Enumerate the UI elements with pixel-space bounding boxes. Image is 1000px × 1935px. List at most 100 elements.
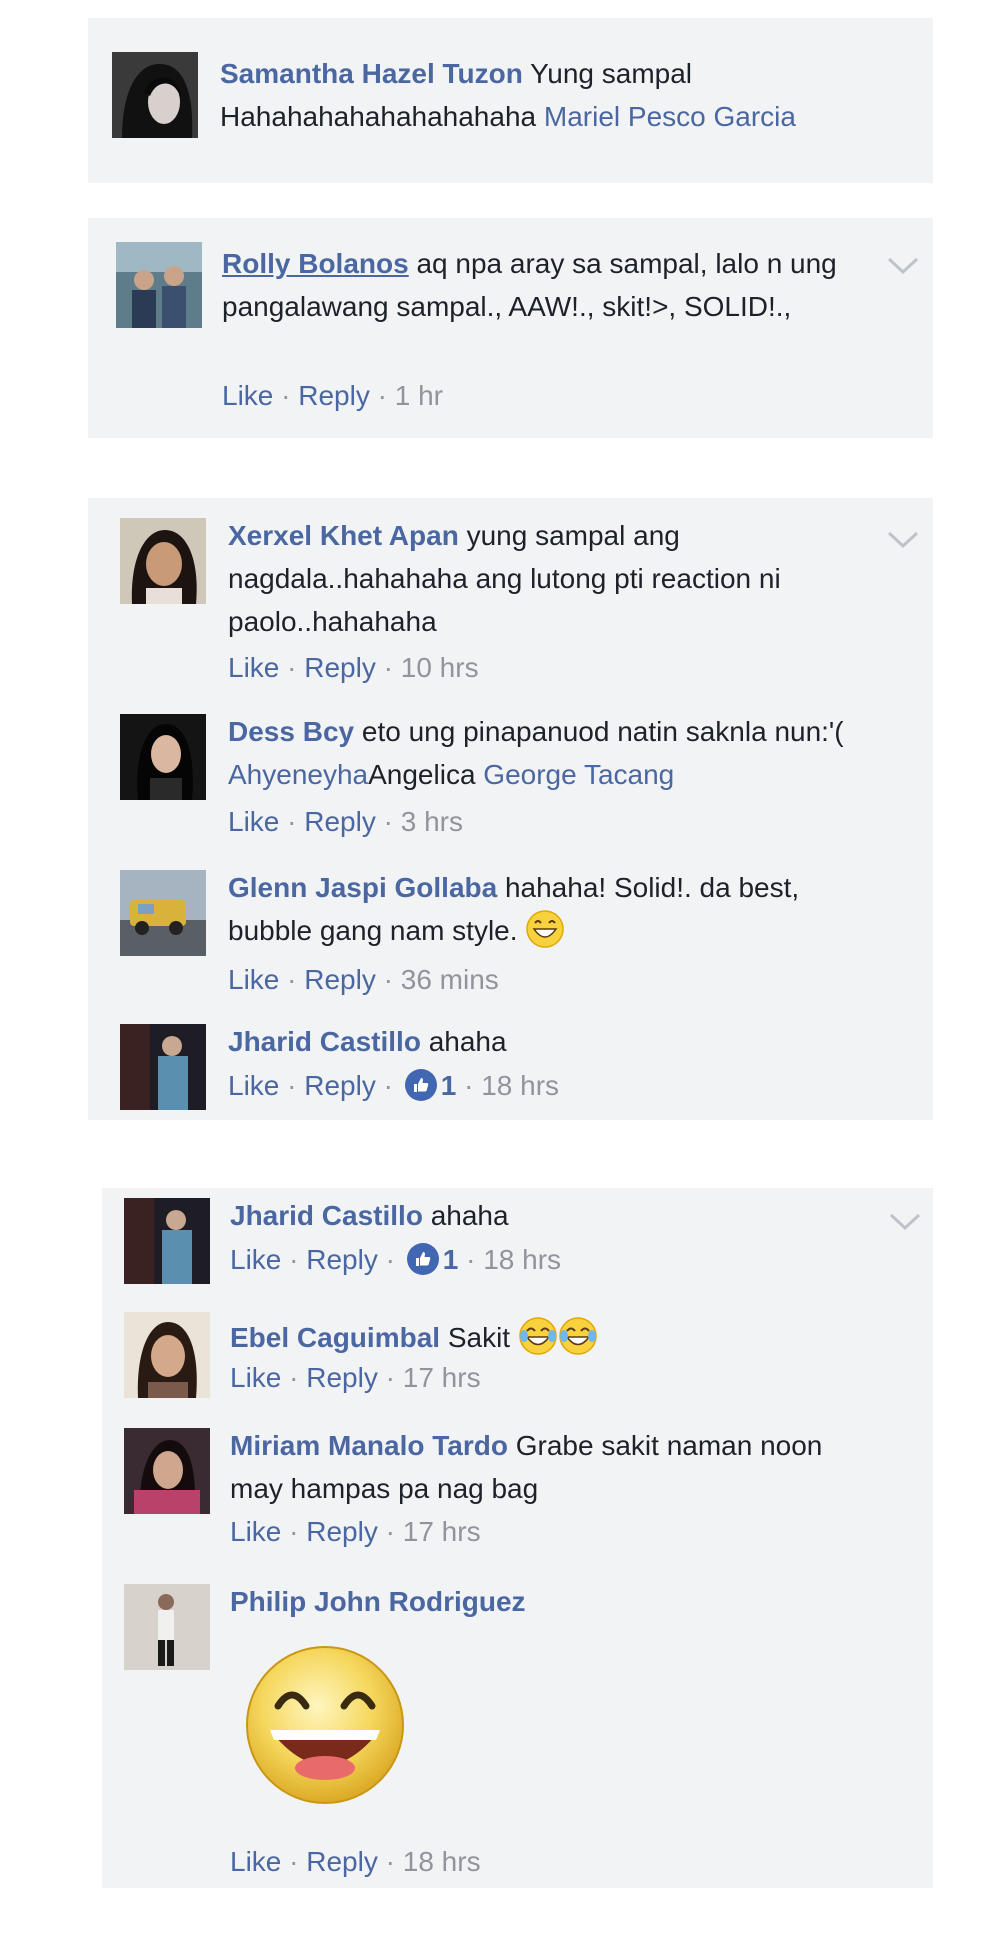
reply-link[interactable]: Reply	[298, 380, 370, 411]
like-link[interactable]: Like	[228, 964, 279, 995]
separator: ·	[464, 1070, 474, 1101]
avatar[interactable]	[112, 52, 198, 138]
comment-author[interactable]: Miriam Manalo Tardo	[230, 1430, 508, 1461]
tears-of-joy-icon	[519, 1317, 557, 1355]
comment-actions: Like · Reply · 36 mins	[228, 960, 499, 1000]
avatar[interactable]	[120, 518, 206, 604]
timestamp[interactable]: 18 hrs	[403, 1846, 481, 1877]
comment-body: Xerxel Khet Apan yung sampal ang nagdala…	[228, 514, 873, 643]
comment-author[interactable]: Jharid Castillo	[228, 1026, 421, 1057]
comment-author[interactable]: Glenn Jaspi Gollaba	[228, 872, 497, 903]
reply-link[interactable]: Reply	[304, 652, 376, 683]
avatar[interactable]	[116, 242, 202, 328]
like-link[interactable]: Like	[222, 380, 273, 411]
separator: ·	[287, 964, 297, 995]
timestamp[interactable]: 3 hrs	[401, 806, 463, 837]
comment-author[interactable]: Xerxel Khet Apan	[228, 520, 459, 551]
reply-link[interactable]: Reply	[304, 964, 376, 995]
like-count-icon[interactable]	[404, 1069, 437, 1101]
comment-body: Jharid Castillo ahaha	[228, 1020, 873, 1063]
comment-body: Philip John Rodriguez	[230, 1580, 873, 1623]
separator: ·	[289, 1362, 299, 1393]
reply-link[interactable]: Reply	[304, 1070, 376, 1101]
comment-actions: Like · Reply · 3 hrs	[228, 802, 463, 842]
reply-link[interactable]: Reply	[306, 1846, 378, 1877]
like-count-icon[interactable]	[406, 1243, 439, 1275]
separator: ·	[287, 1070, 297, 1101]
comment-author[interactable]: Dess Bcy	[228, 716, 354, 747]
mention-link[interactable]: Ahyeneyha	[228, 759, 368, 790]
separator: ·	[287, 806, 297, 837]
avatar[interactable]	[120, 1024, 206, 1110]
comment-actions: Like · Reply · 17 hrs	[230, 1358, 481, 1398]
separator: ·	[466, 1244, 476, 1275]
comment-actions: Like · Reply · 1 hr	[222, 376, 443, 416]
comment-body: Dess Bcy eto ung pinapanuod natin saknla…	[228, 710, 873, 796]
separator: ·	[385, 1362, 395, 1393]
comment-text: Angelica	[368, 759, 476, 790]
separator: ·	[385, 1846, 395, 1877]
comment-actions: Like · Reply · 17 hrs	[230, 1512, 481, 1552]
comment-author[interactable]: Samantha Hazel Tuzon	[220, 58, 523, 89]
like-link[interactable]: Like	[228, 1070, 279, 1101]
comment-body: Samantha Hazel Tuzon Yung sampal Hahahah…	[220, 52, 893, 138]
like-count[interactable]: 1	[441, 1070, 457, 1101]
comment-actions: Like · Reply · 18 hrs	[230, 1842, 481, 1882]
like-link[interactable]: Like	[228, 652, 279, 683]
timestamp[interactable]: 10 hrs	[401, 652, 479, 683]
like-link[interactable]: Like	[230, 1362, 281, 1393]
comment-author[interactable]: Rolly Bolanos	[222, 248, 409, 279]
separator: ·	[385, 1516, 395, 1547]
comment-body: Rolly Bolanos aq npa aray sa sampal, lal…	[222, 242, 873, 328]
like-count[interactable]: 1	[443, 1244, 459, 1275]
comment-card: Jharid Castillo ahaha Like · Reply · 1 ·…	[102, 1188, 933, 1888]
avatar[interactable]	[124, 1312, 210, 1398]
avatar[interactable]	[120, 714, 206, 800]
comment-text: Sakit	[447, 1322, 511, 1353]
tears-of-joy-icon	[559, 1317, 597, 1355]
avatar[interactable]	[124, 1428, 210, 1514]
comment-body: Miriam Manalo Tardo Grabe sakit naman no…	[230, 1424, 873, 1510]
comment-body: Jharid Castillo ahaha	[230, 1194, 873, 1237]
comment-body: Ebel Caguimbal Sakit	[230, 1316, 873, 1359]
like-link[interactable]: Like	[228, 806, 279, 837]
separator: ·	[383, 652, 393, 683]
mention-link[interactable]: George Tacang	[483, 759, 674, 790]
avatar[interactable]	[124, 1198, 210, 1284]
timestamp[interactable]: 18 hrs	[483, 1244, 561, 1275]
comment-author[interactable]: Philip John Rodriguez	[230, 1586, 526, 1617]
comment-author[interactable]: Jharid Castillo	[230, 1200, 423, 1231]
chevron-down-icon[interactable]	[888, 1212, 922, 1232]
timestamp[interactable]: 18 hrs	[481, 1070, 559, 1101]
big-laughing-face-sticker-icon	[246, 1646, 404, 1804]
chevron-down-icon[interactable]	[886, 530, 920, 550]
avatar[interactable]	[120, 870, 206, 956]
like-link[interactable]: Like	[230, 1846, 281, 1877]
reply-link[interactable]: Reply	[306, 1516, 378, 1547]
reply-link[interactable]: Reply	[306, 1362, 378, 1393]
comment-actions: Like · Reply · 1 · 18 hrs	[230, 1240, 561, 1280]
timestamp[interactable]: 17 hrs	[403, 1516, 481, 1547]
comment-card: Xerxel Khet Apan yung sampal ang nagdala…	[88, 498, 933, 1120]
comment-text: eto ung pinapanuod natin saknla nun:'(	[361, 716, 844, 747]
comment-card: Samantha Hazel Tuzon Yung sampal Hahahah…	[88, 18, 933, 183]
separator: ·	[377, 380, 387, 411]
separator: ·	[289, 1244, 299, 1275]
laughing-emoji-icon	[526, 910, 565, 948]
separator: ·	[281, 380, 291, 411]
reply-link[interactable]: Reply	[304, 806, 376, 837]
reply-link[interactable]: Reply	[306, 1244, 378, 1275]
avatar[interactable]	[124, 1584, 210, 1670]
comment-actions: Like · Reply · 1 · 18 hrs	[228, 1066, 559, 1106]
separator: ·	[383, 806, 393, 837]
timestamp[interactable]: 17 hrs	[403, 1362, 481, 1393]
comment-body: Glenn Jaspi Gollaba hahaha! Solid!. da b…	[228, 866, 873, 952]
comment-author[interactable]: Ebel Caguimbal	[230, 1322, 440, 1353]
separator: ·	[385, 1244, 395, 1275]
timestamp[interactable]: 36 mins	[401, 964, 499, 995]
mention-link[interactable]: Mariel Pesco Garcia	[544, 101, 796, 132]
timestamp[interactable]: 1 hr	[395, 380, 443, 411]
like-link[interactable]: Like	[230, 1244, 281, 1275]
chevron-down-icon[interactable]	[886, 256, 920, 276]
like-link[interactable]: Like	[230, 1516, 281, 1547]
